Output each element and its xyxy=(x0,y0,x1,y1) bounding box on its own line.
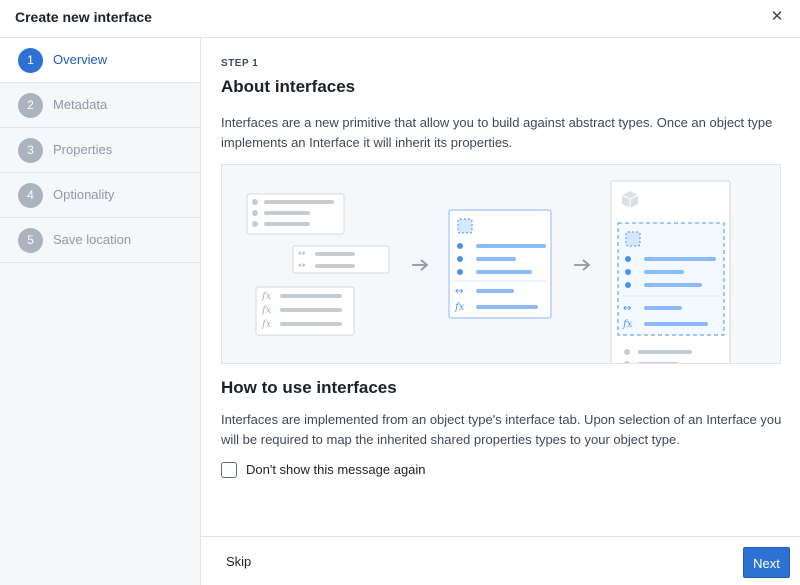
svg-text:fx: fx xyxy=(261,291,272,302)
section-description: Interfaces are a new primitive that allo… xyxy=(221,115,773,150)
svg-text:↔: ↔ xyxy=(455,286,463,297)
object-card-links: ↔ ↔ xyxy=(292,245,390,274)
step-label: Optionality xyxy=(53,187,115,202)
close-icon[interactable]: ✕ xyxy=(768,8,786,26)
dont-show-again-checkbox[interactable] xyxy=(221,462,237,478)
step-label: Metadata xyxy=(53,97,108,112)
object-type-card: ↔ fx xyxy=(610,180,731,363)
create-interface-dialog: Create new interface ✕ 1 Overview 2 Meta… xyxy=(0,0,800,585)
object-card-functions: fx fx fx xyxy=(255,286,355,336)
svg-text:↔: ↔ xyxy=(623,303,631,314)
dialog-footer: Skip Next xyxy=(201,536,800,585)
interface-diagram: ↔ ↔ fx fx fx ↔ fx ↔ fx xyxy=(246,180,731,363)
steps-sidebar: 1 Overview 2 Metadata 3 Properties 4 Opt… xyxy=(0,38,201,585)
sidebar-step-optionality[interactable]: 4 Optionality xyxy=(0,173,200,218)
dialog-title: Create new interface xyxy=(15,9,152,25)
section-title: About interfaces xyxy=(221,77,356,96)
object-card-properties xyxy=(246,193,345,235)
step-number-badge: 2 xyxy=(18,93,43,118)
arrow-icon xyxy=(574,259,591,271)
svg-text:fx: fx xyxy=(261,305,272,316)
step-number-badge: 1 xyxy=(18,48,43,73)
step-eyebrow: STEP 1 xyxy=(221,58,259,69)
sidebar-step-overview[interactable]: 1 Overview xyxy=(0,38,200,83)
usage-title: How to use interfaces xyxy=(221,378,397,397)
step-number-badge: 3 xyxy=(18,138,43,163)
sidebar-step-metadata[interactable]: 2 Metadata xyxy=(0,83,200,128)
sidebar-step-properties[interactable]: 3 Properties xyxy=(0,128,200,173)
dialog-header: Create new interface ✕ xyxy=(0,0,800,38)
step-label: Save location xyxy=(53,232,132,247)
step-number-badge: 4 xyxy=(18,183,43,208)
dont-show-again-label[interactable]: Don't show this message again xyxy=(246,462,426,477)
svg-text:↔: ↔ xyxy=(298,249,306,259)
next-button[interactable]: Next xyxy=(743,547,790,578)
interface-card: ↔ fx xyxy=(448,209,552,319)
svg-text:fx: fx xyxy=(622,319,633,330)
svg-text:fx: fx xyxy=(261,319,272,330)
step-label: Overview xyxy=(53,52,108,67)
skip-button[interactable]: Skip xyxy=(217,547,260,577)
svg-text:↔: ↔ xyxy=(298,261,306,271)
interface-illustration: ↔ ↔ fx fx fx ↔ fx ↔ fx xyxy=(221,164,781,364)
arrow-icon xyxy=(412,259,429,271)
svg-text:fx: fx xyxy=(454,302,465,313)
sidebar-step-save-location[interactable]: 5 Save location xyxy=(0,218,200,263)
step-content: STEP 1 About interfaces Interfaces are a… xyxy=(201,38,800,536)
step-label: Properties xyxy=(53,142,113,157)
usage-description: Interfaces are implemented from an objec… xyxy=(221,412,782,447)
step-number-badge: 5 xyxy=(18,228,43,253)
